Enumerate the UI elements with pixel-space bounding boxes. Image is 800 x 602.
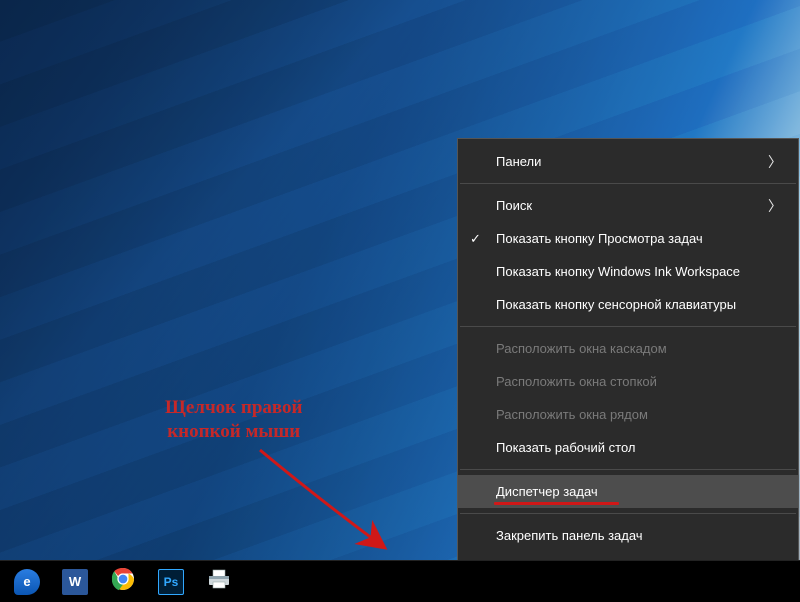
taskbar-app-word[interactable]: W — [54, 565, 96, 599]
chevron-right-icon: 〉 — [768, 196, 782, 216]
annotation-label: Щелчок правой кнопкой мыши — [165, 396, 302, 444]
menu-label: Расположить окна каскадом — [496, 341, 667, 356]
menu-label: Расположить окна стопкой — [496, 374, 657, 389]
taskbar-app-chrome[interactable] — [102, 565, 144, 599]
menu-item-cascade-windows: Расположить окна каскадом — [458, 332, 798, 365]
menu-label: Показать кнопку сенсорной клавиатуры — [496, 297, 736, 312]
annotation-underline — [494, 502, 619, 505]
photoshop-icon: Ps — [158, 569, 184, 595]
check-icon: ✓ — [470, 231, 481, 247]
menu-item-lock-taskbar[interactable]: Закрепить панель задач — [458, 519, 798, 552]
menu-item-ink-workspace[interactable]: Показать кнопку Windows Ink Workspace — [458, 255, 798, 288]
word-icon: W — [62, 569, 88, 595]
edge-icon: e — [14, 569, 40, 595]
menu-item-task-view-button[interactable]: ✓ Показать кнопку Просмотра задач — [458, 222, 798, 255]
menu-separator — [460, 513, 796, 514]
menu-separator — [460, 183, 796, 184]
menu-label: Закрепить панель задач — [496, 528, 643, 543]
menu-item-panels[interactable]: Панели 〉 — [458, 145, 798, 178]
printer-icon — [206, 568, 232, 595]
menu-separator — [460, 469, 796, 470]
menu-item-stack-windows: Расположить окна стопкой — [458, 365, 798, 398]
menu-label: Показать рабочий стол — [496, 440, 635, 455]
menu-item-show-desktop[interactable]: Показать рабочий стол — [458, 431, 798, 464]
taskbar-app-photoshop[interactable]: Ps — [150, 565, 192, 599]
taskbar-context-menu: Панели 〉 Поиск 〉 ✓ Показать кнопку Просм… — [457, 138, 799, 601]
taskbar-app-printer[interactable] — [198, 565, 240, 599]
menu-separator — [460, 326, 796, 327]
taskbar-app-edge[interactable]: e — [6, 565, 48, 599]
chrome-icon — [111, 567, 135, 596]
chevron-right-icon: 〉 — [768, 152, 782, 172]
menu-item-task-manager[interactable]: Диспетчер задач — [458, 475, 798, 508]
menu-label: Панели — [496, 154, 541, 169]
menu-label: Диспетчер задач — [496, 484, 598, 499]
menu-item-search[interactable]: Поиск 〉 — [458, 189, 798, 222]
menu-label: Показать кнопку Просмотра задач — [496, 231, 703, 246]
taskbar[interactable]: e W Ps — [0, 560, 800, 602]
menu-item-side-by-side: Расположить окна рядом — [458, 398, 798, 431]
menu-label: Поиск — [496, 198, 532, 213]
menu-label: Показать кнопку Windows Ink Workspace — [496, 264, 740, 279]
menu-label: Расположить окна рядом — [496, 407, 648, 422]
menu-item-touch-keyboard[interactable]: Показать кнопку сенсорной клавиатуры — [458, 288, 798, 321]
